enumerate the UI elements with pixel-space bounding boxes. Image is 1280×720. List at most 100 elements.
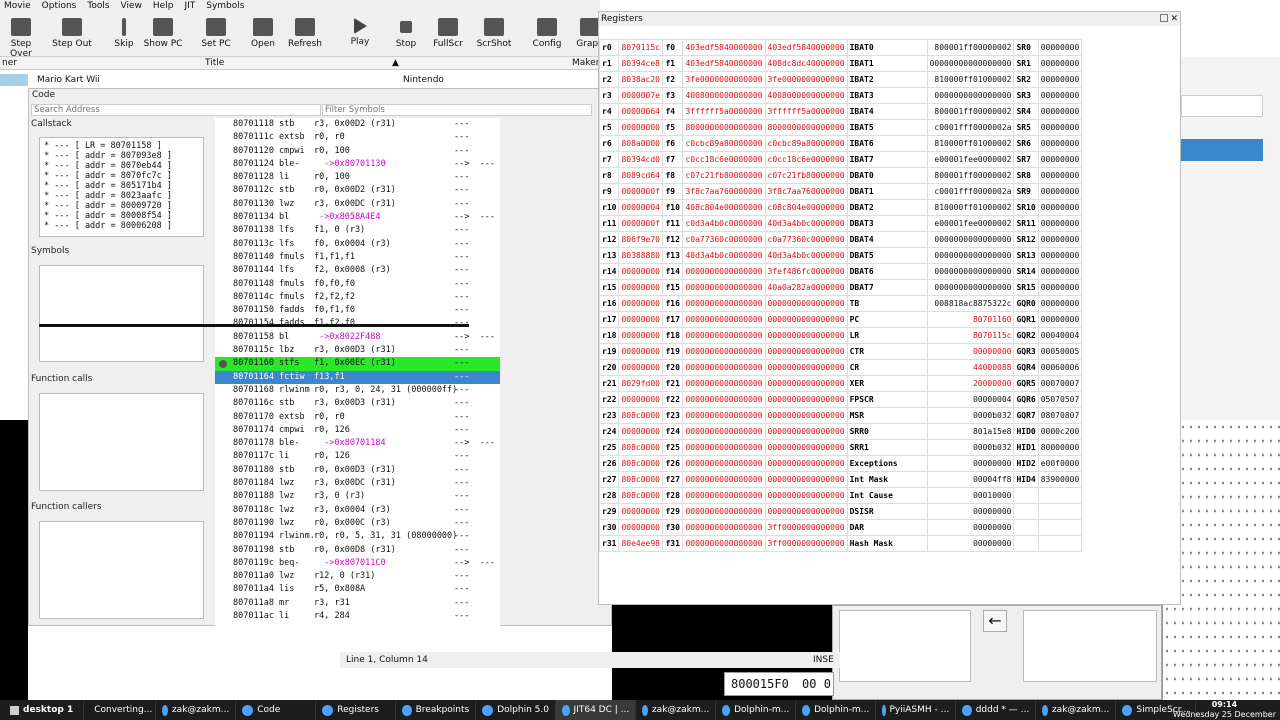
disasm-row[interactable]: 80701188 lwz r3, 0 (r3) ---	[215, 490, 500, 503]
callstack-list[interactable]: * --- [ LR = 80701158 ] * --- [ addr = 80…	[39, 137, 204, 237]
function-callers-list[interactable]	[39, 521, 204, 619]
symbols-list[interactable]	[39, 265, 204, 362]
taskbar-task[interactable]: Dolphin-m...	[796, 700, 877, 720]
menu-view[interactable]: View	[121, 0, 142, 13]
disasm-row[interactable]: 80701158 bl ->0x8022F488 --> ---	[215, 331, 500, 344]
register-value[interactable]: 00000000	[1037, 151, 1083, 168]
open-button[interactable]: Open	[243, 15, 283, 55]
register-value[interactable]: 0000000000000000	[926, 279, 1015, 296]
register-value[interactable]: 3fe0000000000000	[764, 71, 848, 88]
register-value[interactable]: 00000000	[1037, 295, 1083, 312]
step-out-button[interactable]: Step Out	[52, 15, 92, 55]
disasm-row[interactable]: 8070116c stb r3, 0x00D3 (r31) ---	[215, 397, 500, 410]
register-value[interactable]: c0cbc89a80000000	[764, 135, 848, 152]
register-value[interactable]: 00000000	[618, 279, 664, 296]
register-value[interactable]: 0000000000000000	[682, 519, 766, 536]
register-value[interactable]: 00000000	[1037, 135, 1083, 152]
register-value[interactable]: 810000ff01000002	[926, 135, 1015, 152]
register-value[interactable]: 00000000	[926, 343, 1015, 360]
register-value[interactable]: 0000000000000000	[764, 375, 848, 392]
register-value[interactable]: c0cbc89a80000000	[682, 135, 766, 152]
register-value[interactable]: 403edf5840000000	[682, 39, 766, 56]
register-value[interactable]: 0000000000000000	[682, 423, 766, 440]
disasm-row[interactable]: 8070118c lwz r3, 0x0004 (r3) ---	[215, 504, 500, 517]
register-value[interactable]: 05070507	[1037, 391, 1083, 408]
register-value[interactable]: 00000000	[618, 519, 664, 536]
register-value[interactable]: 00000000	[1037, 103, 1083, 120]
register-value[interactable]: 0000000000000000	[764, 391, 848, 408]
register-value[interactable]: 3fef486fc0000000	[764, 263, 848, 280]
register-value[interactable]	[1037, 503, 1083, 520]
disasm-row[interactable]: 8070117c li r0, 126 ---	[215, 450, 500, 463]
register-value[interactable]: 00070007	[1037, 375, 1083, 392]
register-value[interactable]: 00000000	[1037, 199, 1083, 216]
register-value[interactable]: 0000b032	[926, 407, 1015, 424]
register-value[interactable]: 3ff0000000000000	[764, 519, 848, 536]
register-value[interactable]: 810000ff01000002	[926, 71, 1015, 88]
register-value[interactable]: 00000000	[1037, 119, 1083, 136]
register-value[interactable]: 20000000	[926, 375, 1015, 392]
skip-button[interactable]: Skip	[104, 15, 144, 55]
float-icon[interactable]	[1160, 14, 1168, 22]
disasm-row[interactable]: 80701174 cmpwi r0, 126 ---	[215, 424, 500, 437]
register-value[interactable]: 00000000	[1037, 39, 1083, 56]
register-value[interactable]: 8038ac20	[618, 71, 664, 88]
register-value[interactable]: 0000000000000000	[682, 455, 766, 472]
clock[interactable]: 09:14 Wednesday 25 December	[1173, 700, 1276, 720]
register-value[interactable]: c07c21fb80000000	[682, 167, 766, 184]
disasm-row[interactable]: 80701194 rlwinm.r0, r0, 5, 31, 31 (080000…	[215, 530, 500, 543]
register-value[interactable]: 00000000	[618, 343, 664, 360]
disassembly-view[interactable]: 80701118 stb r3, 0x00D2 (r31) --- 8070111c ex…	[215, 118, 500, 626]
bottom-list-right[interactable]	[1023, 610, 1157, 682]
register-value[interactable]: 80394cd0	[618, 151, 664, 168]
register-value[interactable]: 00000000	[618, 311, 664, 328]
disasm-row[interactable]: 807011a0 lwz r12, 0 (r31) ---	[215, 570, 500, 583]
game-row[interactable]: Mario Kart Wii Nintendo	[0, 72, 470, 88]
register-value[interactable]: 0000000000000000	[764, 439, 848, 456]
register-value[interactable]: 0000b032	[926, 439, 1015, 456]
callstack-item[interactable]: * --- [ addr = 8023aafc ]	[40, 191, 203, 201]
register-value[interactable]: 808c0000	[618, 439, 664, 456]
register-value[interactable]: 80000000	[1037, 439, 1083, 456]
callstack-item[interactable]: * --- [ addr = 805171b4 ]	[40, 181, 203, 191]
register-value[interactable]	[1037, 535, 1083, 552]
register-value[interactable]: 0000000f	[618, 215, 664, 232]
taskbar-task[interactable]: Code	[236, 700, 317, 720]
disasm-row[interactable]: 80701138 lfs f1, 0 (r3) ---	[215, 224, 500, 237]
taskbar-task[interactable]: Converting...	[84, 700, 157, 720]
register-value[interactable]: 808c0000	[618, 471, 664, 488]
register-value[interactable]: 0000000000000000	[682, 407, 766, 424]
disasm-row[interactable]: 80701178 ble- ->0x80701184 --> ---	[215, 437, 500, 450]
menu-jit[interactable]: JIT	[184, 0, 195, 13]
show-pc-button[interactable]: Show PC	[143, 15, 183, 55]
register-value[interactable]: 0000000000000000	[764, 327, 848, 344]
register-value[interactable]: 00060006	[1037, 359, 1083, 376]
register-value[interactable]: 0000000000000000	[764, 455, 848, 472]
register-value[interactable]: 408c804e00000000	[682, 199, 766, 216]
register-value[interactable]: 00040004	[1037, 327, 1083, 344]
register-value[interactable]: c0d3a4b0c0000000	[682, 215, 766, 232]
disasm-row[interactable]: 8070111c extsb r0, r0 ---	[215, 131, 500, 144]
menu-help[interactable]: Help	[153, 0, 174, 13]
register-value[interactable]: 3ffffff5a0000000	[682, 103, 766, 120]
register-value[interactable]: 3f8c7aa760000000	[682, 183, 766, 200]
register-value[interactable]: 800001ff00000002	[926, 103, 1015, 120]
register-value[interactable]: 800001ff00000002	[926, 39, 1015, 56]
register-value[interactable]: 00000000	[926, 503, 1015, 520]
disasm-row[interactable]: 8070112c stb r0, 0x00D2 (r31) ---	[215, 184, 500, 197]
register-value[interactable]: 00000000	[1037, 247, 1083, 264]
register-value[interactable]: 00000000	[618, 391, 664, 408]
disasm-row[interactable]: 80701168 rlwinm r0, r3, 0, 24, 31 (000000f…	[215, 384, 500, 397]
register-value[interactable]: 40d3a4b0c0000000	[764, 215, 848, 232]
register-value[interactable]: 0000000000000000	[682, 439, 766, 456]
register-value[interactable]: 00000000000000000	[926, 55, 1015, 72]
register-value[interactable]: 40d3a4b0c0000000	[682, 247, 766, 264]
callstack-item[interactable]: * --- [ addr = 80009720 ]	[40, 201, 203, 211]
disasm-row[interactable]: 80701128 li r0, 100 ---	[215, 171, 500, 184]
register-value[interactable]: c0a77360c0000000	[764, 231, 848, 248]
register-value[interactable]: 00000000	[1037, 55, 1083, 72]
register-value[interactable]: 00000000	[926, 519, 1015, 536]
disasm-row[interactable]: 80701184 lwz r3, 0x00DC (r31) ---	[215, 477, 500, 490]
register-value[interactable]: 00000000	[1037, 311, 1083, 328]
callstack-item[interactable]: * --- [ addr = 80008f54 ]	[40, 211, 203, 221]
